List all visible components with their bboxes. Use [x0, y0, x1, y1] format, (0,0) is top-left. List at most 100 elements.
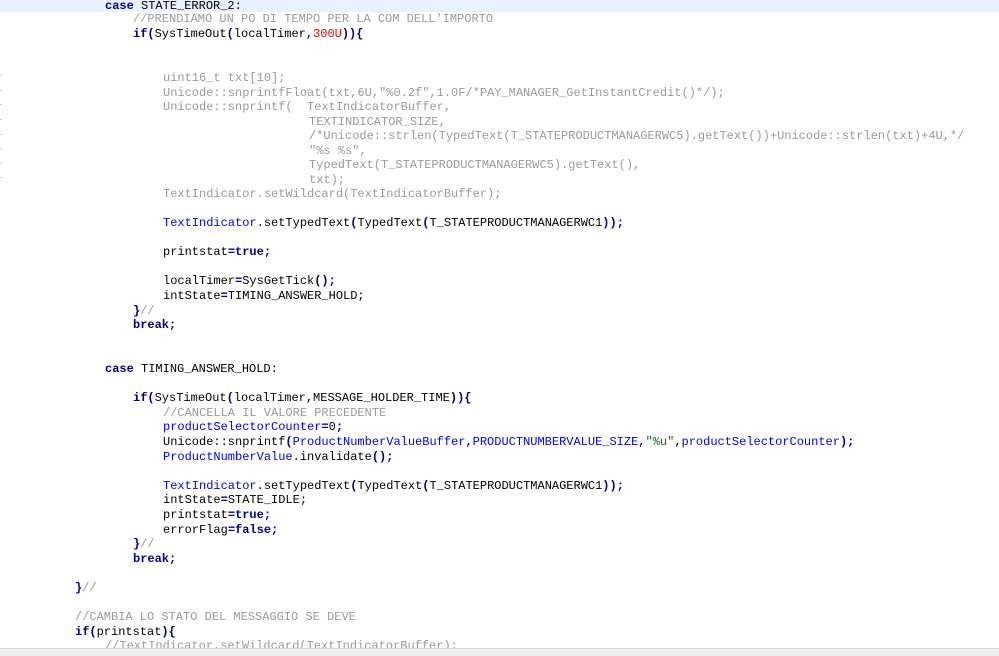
- code-line[interactable]: errorFlag=false;: [163, 523, 278, 538]
- code-token: ,: [638, 435, 646, 449]
- code-token: productSelectorCounter: [681, 435, 840, 449]
- code-token: localTimer: [163, 274, 236, 288]
- code-token: //CANCELLA IL VALORE PRECEDENTE: [163, 406, 387, 420]
- code-line[interactable]: /*Unicode::strlen(TypedText(T_STATEPRODU…: [309, 129, 964, 144]
- code-line[interactable]: intState=STATE_IDLE;: [163, 493, 307, 508]
- code-token: =: [227, 508, 236, 522]
- gutter-marker: [0, 148, 2, 149]
- code-token: (: [226, 27, 234, 41]
- code-token: )){: [341, 27, 364, 41]
- code-token: TextIndicator.setWildcard(TextIndicatorB…: [163, 187, 502, 201]
- code-token: case: [105, 0, 134, 13]
- code-token: ;: [263, 245, 272, 259]
- code-token: if: [133, 391, 148, 405]
- code-token: ));: [602, 479, 624, 493]
- code-line[interactable]: //PRENDIAMO UN PO DI TEMPO PER LA COM DE…: [133, 12, 493, 27]
- code-token: =: [220, 289, 228, 303]
- code-token: TIMING_ANSWER_HOLD:: [133, 362, 278, 376]
- code-token: productSelectorCounter: [163, 420, 322, 434]
- code-token: "%s %s",: [309, 144, 367, 158]
- code-token: break: [133, 552, 170, 566]
- code-token: ));: [602, 216, 624, 230]
- code-token: Unicode::snprintfFloat(txt,6U,"%0.2f",1.…: [163, 86, 725, 100]
- code-token: ;: [169, 552, 177, 566]
- code-token: TextIndicator: [163, 479, 257, 493]
- code-token: STATE_IDLE;: [227, 493, 308, 507]
- code-token: .setTypedText: [256, 216, 351, 230]
- code-line[interactable]: TextIndicator.setTypedText(TypedText(T_S…: [163, 479, 624, 494]
- code-line[interactable]: TextIndicator.setTypedText(TypedText(T_S…: [163, 216, 624, 231]
- gutter-marker: [0, 119, 2, 120]
- code-line[interactable]: ProductNumberValue.invalidate();: [163, 450, 393, 465]
- code-token: PRODUCTNUMBERVALUE_SIZE: [472, 435, 639, 449]
- code-line[interactable]: uint16_t txt[10];: [163, 71, 285, 86]
- code-line[interactable]: Unicode::snprintf(ProductNumberValueBuff…: [163, 435, 854, 450]
- code-line[interactable]: TEXTINDICATOR_SIZE,: [309, 115, 446, 130]
- code-line[interactable]: break;: [133, 552, 176, 567]
- code-token: )){: [449, 391, 472, 405]
- gutter-marker: [0, 75, 2, 76]
- code-token: true: [235, 245, 264, 259]
- code-line[interactable]: printstat=true;: [163, 245, 271, 260]
- code-line[interactable]: //CANCELLA IL VALORE PRECEDENTE: [163, 406, 386, 421]
- code-token: intState: [163, 493, 221, 507]
- code-token: ProductNumberValueBuffer: [292, 435, 466, 449]
- gutter-marker: [0, 134, 2, 135]
- code-line[interactable]: case TIMING_ANSWER_HOLD:: [105, 362, 278, 377]
- code-line[interactable]: productSelectorCounter=0;: [163, 420, 343, 435]
- code-token: if: [75, 625, 90, 639]
- code-line[interactable]: localTimer=SysGetTick();: [163, 274, 336, 289]
- code-token: Unicode::snprintf: [163, 435, 286, 449]
- code-token: errorFlag: [163, 523, 228, 537]
- code-token: ,: [674, 435, 682, 449]
- code-token: ;: [169, 318, 177, 332]
- code-token: if: [133, 27, 148, 41]
- code-line[interactable]: //TextIndicator.setWildcard(TextIndicato…: [105, 639, 458, 648]
- code-token: ,: [465, 435, 473, 449]
- code-token: ;: [335, 420, 344, 434]
- code-token: (: [89, 625, 97, 639]
- gutter-marker: [0, 90, 2, 91]
- code-line[interactable]: printstat=true;: [163, 508, 271, 523]
- code-token: //: [140, 304, 155, 318]
- code-token: //: [140, 537, 155, 551]
- code-line[interactable]: if(SysTimeOut(localTimer,300U)){: [133, 27, 363, 42]
- code-token: =: [227, 523, 236, 537]
- code-line[interactable]: Unicode::snprintfFloat(txt,6U,"%0.2f",1.…: [163, 86, 725, 101]
- code-line[interactable]: TypedText(T_STATEPRODUCTMANAGERWC5).getT…: [309, 158, 640, 173]
- code-token: localTimer,: [233, 27, 314, 41]
- code-line[interactable]: txt);: [309, 173, 345, 188]
- code-token: uint16_t txt[10];: [163, 71, 286, 85]
- code-token: printstat: [163, 508, 228, 522]
- code-line[interactable]: }//: [75, 581, 97, 596]
- code-line[interactable]: //CAMBIA LO STATO DEL MESSAGGIO SE DEVE: [75, 610, 356, 625]
- code-line[interactable]: intState=TIMING_ANSWER_HOLD;: [163, 289, 365, 304]
- code-token: ProductNumberValue: [163, 450, 293, 464]
- code-token: TEXTINDICATOR_SIZE,: [309, 115, 446, 129]
- code-token: ;: [271, 523, 279, 537]
- code-line[interactable]: "%s %s",: [309, 144, 367, 159]
- gutter-marker: [0, 177, 2, 178]
- code-token: (: [285, 435, 293, 449]
- code-token: TypedText(T_STATEPRODUCTMANAGERWC5).getT…: [309, 158, 641, 172]
- code-token: TIMING_ANSWER_HOLD;: [227, 289, 365, 303]
- code-token: TypedText: [357, 216, 423, 230]
- code-token: TextIndicator: [163, 216, 257, 230]
- code-token: ;: [263, 508, 272, 522]
- code-line[interactable]: TextIndicator.setWildcard(TextIndicatorB…: [163, 187, 501, 202]
- code-token: =: [321, 420, 329, 434]
- code-token: /*Unicode::strlen(TypedText(T_STATEPRODU…: [309, 129, 965, 143]
- code-token: txt);: [309, 173, 346, 187]
- code-line[interactable]: }//: [133, 304, 155, 319]
- code-token: case: [105, 362, 134, 376]
- code-line[interactable]: Unicode::snprintf( TextIndicatorBuffer,: [163, 100, 451, 115]
- code-line[interactable]: }//: [133, 537, 155, 552]
- code-line[interactable]: break;: [133, 318, 176, 333]
- code-token: .invalidate: [292, 450, 372, 464]
- code-line[interactable]: if(printstat){: [75, 625, 176, 640]
- code-token: SysTimeOut: [154, 27, 227, 41]
- code-line[interactable]: if(SysTimeOut(localTimer,MESSAGE_HOLDER_…: [133, 391, 471, 406]
- code-editor[interactable]: case STATE_ERROR_2://PRENDIAMO UN PO DI …: [0, 0, 999, 648]
- code-token: 0: [328, 420, 336, 434]
- code-token: printstat: [96, 625, 162, 639]
